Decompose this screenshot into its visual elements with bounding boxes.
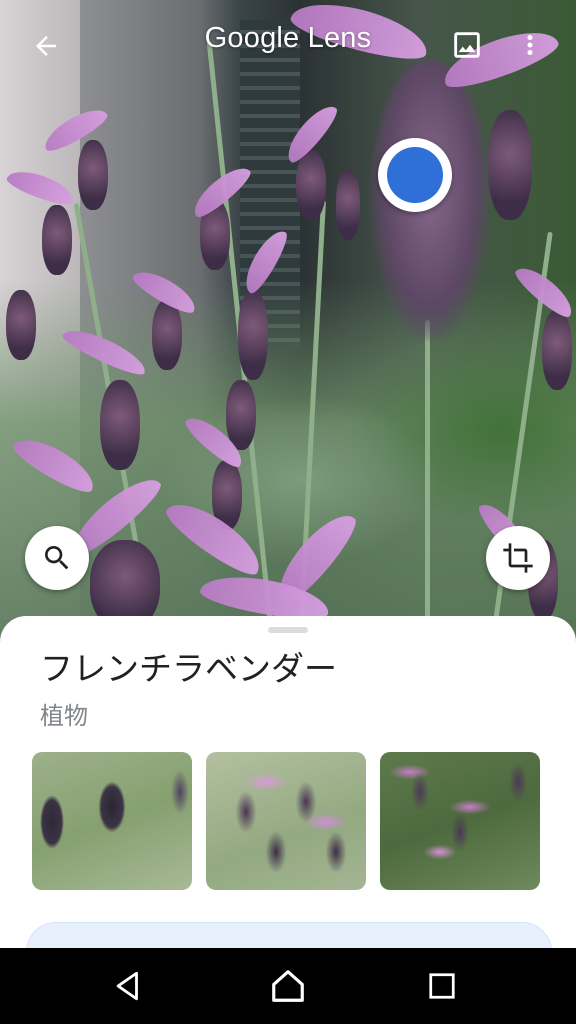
lavender-spike [100, 380, 140, 470]
lavender-spike [542, 310, 572, 390]
lavender-spike [336, 170, 360, 240]
detected-object-dot-fill [387, 147, 443, 203]
search-icon [45, 546, 69, 570]
lavender-spike [238, 290, 268, 380]
more-options-button[interactable] [510, 22, 550, 68]
lavender-spike [296, 150, 326, 220]
system-nav-bar [0, 948, 576, 1024]
similar-image-thumbnail[interactable] [380, 752, 540, 890]
nav-recents-button[interactable] [414, 962, 470, 1010]
sheet-drag-handle[interactable] [268, 627, 308, 633]
image-icon [454, 32, 480, 58]
more-vert-icon [527, 35, 533, 55]
result-category: 植物 [40, 703, 88, 730]
flower-stem [425, 320, 430, 640]
lavender-spike [78, 140, 108, 210]
lavender-spike [6, 290, 36, 360]
search-result-card[interactable] [26, 922, 552, 948]
search-button[interactable] [25, 526, 89, 590]
result-title: フレンチラベンダー [40, 650, 337, 687]
gallery-button[interactable] [444, 22, 490, 68]
lavender-spike [488, 110, 532, 220]
nav-back-button[interactable] [100, 962, 156, 1010]
crop-button[interactable] [486, 526, 550, 590]
nav-back-icon [116, 971, 138, 1001]
lavender-spike [42, 205, 72, 275]
nav-recents-icon [429, 973, 455, 999]
similar-image-thumbnail[interactable] [32, 752, 192, 890]
similar-images-row [32, 752, 544, 890]
top-bar: Google Lens [0, 0, 576, 90]
detected-object-dot[interactable] [378, 138, 452, 212]
nav-home-icon [272, 970, 304, 1002]
nav-home-button[interactable] [260, 962, 316, 1010]
similar-image-thumbnail[interactable] [206, 752, 366, 890]
lavender-spike [226, 380, 256, 450]
results-sheet[interactable]: フレンチラベンダー 植物 [0, 616, 576, 948]
lavender-spike [152, 300, 182, 370]
crop-icon [503, 543, 533, 573]
